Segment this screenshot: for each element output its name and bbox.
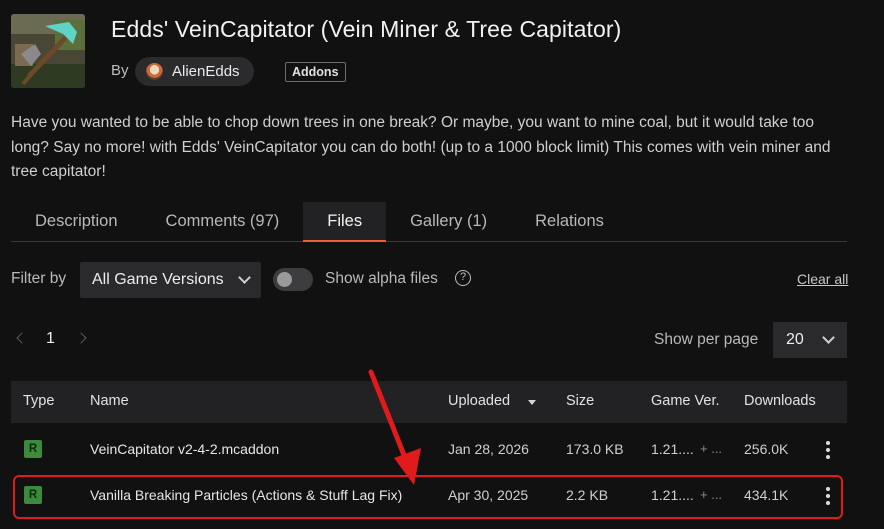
tab-files[interactable]: Files [303, 202, 387, 242]
alpha-files-toggle[interactable] [273, 268, 313, 291]
file-game-version: 1.21.... [651, 441, 694, 457]
project-description: Have you wanted to be able to chop down … [11, 114, 831, 180]
file-name[interactable]: VeinCapitator v2-4-2.mcaddon [90, 441, 279, 457]
per-page-select[interactable]: 20 [773, 322, 847, 358]
project-tabs: Description Comments (97) Files Gallery … [11, 202, 847, 242]
next-page-icon[interactable] [75, 332, 87, 344]
release-badge: R [24, 440, 42, 458]
category-tag[interactable]: Addons [285, 62, 346, 82]
toggle-knob [277, 272, 292, 287]
file-downloads: 256.0K [744, 441, 789, 457]
project-files-page: Edds' VeinCapitator (Vein Miner & Tree C… [0, 0, 884, 529]
tab-comments[interactable]: Comments (97) [142, 202, 304, 242]
alpha-files-label: Show alpha files [325, 270, 438, 287]
more-options-icon[interactable] [826, 441, 830, 459]
file-size: 173.0 KB [566, 441, 624, 457]
column-type[interactable]: Type [23, 393, 54, 409]
chevron-down-icon [238, 271, 251, 284]
column-downloads[interactable]: Downloads [744, 393, 816, 409]
game-version-select[interactable]: All Game Versions [80, 262, 261, 298]
author-avatar [146, 63, 163, 80]
files-table-header: Type Name Uploaded Size Game Ver. Downlo… [11, 381, 847, 423]
previous-page-icon[interactable] [16, 332, 28, 344]
per-page-value: 20 [786, 331, 804, 348]
clear-all-link[interactable]: Clear all [797, 271, 848, 287]
show-per-page-label: Show per page [654, 331, 759, 348]
pickaxe-axe-thumbnail-icon [11, 14, 85, 88]
more-versions[interactable]: + ... [700, 441, 722, 456]
author-name: AlienEdds [172, 63, 240, 80]
project-thumbnail [11, 14, 85, 88]
project-title: Edds' VeinCapitator (Vein Miner & Tree C… [111, 16, 622, 42]
current-page-number[interactable]: 1 [46, 330, 55, 348]
column-name[interactable]: Name [90, 393, 129, 409]
file-uploaded: Jan 28, 2026 [448, 441, 529, 457]
help-icon[interactable]: ? [455, 270, 471, 286]
author-link[interactable]: AlienEdds [135, 57, 254, 86]
row-highlight-box [13, 475, 843, 519]
column-size[interactable]: Size [566, 393, 594, 409]
filter-by-label: Filter by [11, 270, 67, 287]
tab-relations[interactable]: Relations [511, 202, 628, 242]
sort-descending-icon[interactable] [528, 400, 536, 405]
by-label: By [111, 62, 129, 79]
game-version-selected: All Game Versions [92, 271, 224, 288]
chevron-down-icon [822, 331, 835, 344]
tab-description[interactable]: Description [11, 202, 142, 242]
column-game-version[interactable]: Game Ver. [651, 393, 720, 409]
column-uploaded[interactable]: Uploaded [448, 393, 510, 409]
tab-gallery[interactable]: Gallery (1) [386, 202, 511, 242]
table-row[interactable]: R VeinCapitator v2-4-2.mcaddon Jan 28, 2… [11, 428, 847, 472]
